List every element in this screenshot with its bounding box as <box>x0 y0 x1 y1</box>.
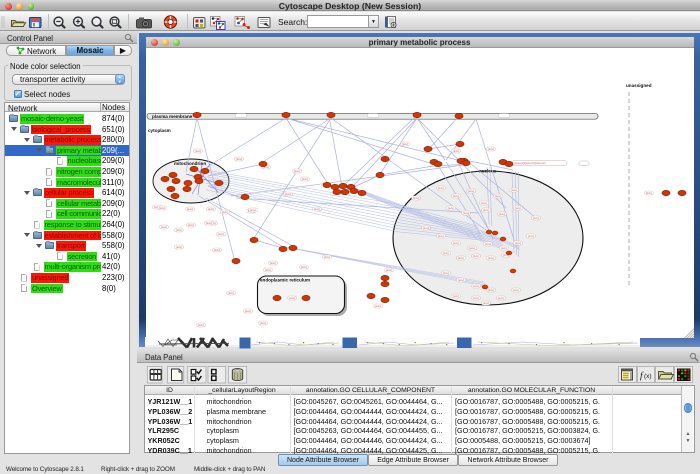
svg-text:cytoplasm: cytoplasm <box>148 128 171 133</box>
svg-text:(xxx): (xxx) <box>175 228 181 232</box>
svg-text:(x): (x) <box>644 373 652 380</box>
svg-text:(xxx): (xxx) <box>457 278 463 282</box>
svg-text:(xxx): (xxx) <box>194 149 200 153</box>
svg-text:(xxx): (xxx) <box>452 149 458 153</box>
svg-text:(xxx): (xxx) <box>457 256 463 260</box>
svg-text:(xxx): (xxx) <box>412 196 418 200</box>
svg-text:(xxx): (xxx) <box>527 234 533 238</box>
svg-text:(xxx): (xxx) <box>452 241 458 245</box>
svg-text:(xxx): (xxx) <box>467 189 473 193</box>
svg-text:(xxx): (xxx) <box>462 211 468 215</box>
svg-text:(xxx): (xxx) <box>213 248 219 252</box>
svg-text:(xxx): (xxx) <box>284 192 290 196</box>
svg-text:(xxx-xx)(xxx-xx)(xxx-xx): (xxx-xx)(xxx-xx)(xxx-xx) <box>514 161 546 165</box>
svg-text:(xxx): (xxx) <box>532 216 538 220</box>
svg-text:(xxx): (xxx) <box>217 232 223 236</box>
svg-text:(xxx): (xxx) <box>500 246 506 250</box>
svg-text:(xxx): (xxx) <box>158 206 164 210</box>
svg-text:(xxx): (xxx) <box>385 268 391 272</box>
svg-text:(xxx): (xxx) <box>482 301 488 305</box>
svg-text:(xxx): (xxx) <box>288 296 294 300</box>
svg-text:(xxx): (xxx) <box>293 169 299 173</box>
svg-text:(xxx): (xxx) <box>487 147 493 151</box>
svg-text:(xxx): (xxx) <box>269 261 275 265</box>
svg-text:(xxx): (xxx) <box>323 255 329 259</box>
svg-text:unassigned: unassigned <box>626 83 652 88</box>
svg-text:(xxx): (xxx) <box>259 321 265 325</box>
svg-text:(xxx): (xxx) <box>645 191 651 195</box>
svg-text:(xxx): (xxx) <box>472 284 478 288</box>
svg-text:(xxx): (xxx) <box>205 221 211 225</box>
svg-text:(xxx): (xxx) <box>510 188 516 192</box>
svg-text:(xxx): (xxx) <box>264 268 270 272</box>
svg-text:(xxx): (xxx) <box>227 291 233 295</box>
svg-text:(xxx): (xxx) <box>512 288 518 292</box>
svg-text:(xxx): (xxx) <box>300 265 306 269</box>
svg-text:(xxx): (xxx) <box>235 157 241 161</box>
svg-text:(xxx): (xxx) <box>487 256 493 260</box>
svg-text:(xxx): (xxx) <box>480 201 486 205</box>
svg-text:(xxx): (xxx) <box>452 194 458 198</box>
svg-text:(xxx): (xxx) <box>186 207 192 211</box>
svg-text:(xxx): (xxx) <box>468 246 474 250</box>
svg-text:(xxx): (xxx) <box>487 288 493 292</box>
svg-text:(xxx): (xxx) <box>452 294 458 298</box>
svg-text:(xxx): (xxx) <box>472 296 478 300</box>
svg-text:(xxx): (xxx) <box>313 207 319 211</box>
svg-text:(xxx): (xxx) <box>494 194 500 198</box>
svg-text:(xxx): (xxx) <box>442 271 448 275</box>
svg-text:(xxx): (xxx) <box>514 241 520 245</box>
svg-text:(xxx): (xxx) <box>221 210 227 214</box>
svg-text:(xxx): (xxx) <box>207 207 213 211</box>
svg-text:(xxx): (xxx) <box>437 234 443 238</box>
svg-text:(xxx): (xxx) <box>197 323 203 327</box>
svg-text:(xxx): (xxx) <box>244 309 250 313</box>
svg-text:(xxx): (xxx) <box>514 206 520 210</box>
svg-text:(xxx): (xxx) <box>401 142 407 146</box>
svg-text:(xxx): (xxx) <box>374 304 380 308</box>
svg-text:endoplasmic reticulum: endoplasmic reticulum <box>260 277 310 282</box>
svg-text:(xxx): (xxx) <box>472 254 478 258</box>
svg-text:(xxx): (xxx) <box>484 242 490 246</box>
svg-text:(xxx): (xxx) <box>249 208 255 212</box>
svg-text:(xxx): (xxx) <box>187 223 193 227</box>
svg-text:(xxx): (xxx) <box>447 206 453 210</box>
svg-text:(xxx): (xxx) <box>437 186 443 190</box>
svg-text:(xxx): (xxx) <box>175 245 181 249</box>
svg-text:(xxx): (xxx) <box>498 212 504 216</box>
svg-text:(xxx): (xxx) <box>442 251 448 255</box>
svg-text:(xxx): (xxx) <box>422 226 428 230</box>
svg-text:(xxx): (xxx) <box>497 296 503 300</box>
svg-text:(xxx): (xxx) <box>301 177 307 181</box>
svg-text:(xxx): (xxx) <box>482 208 488 212</box>
svg-text:plasma membrane: plasma membrane <box>152 113 193 118</box>
svg-text:(xxx): (xxx) <box>160 225 166 229</box>
